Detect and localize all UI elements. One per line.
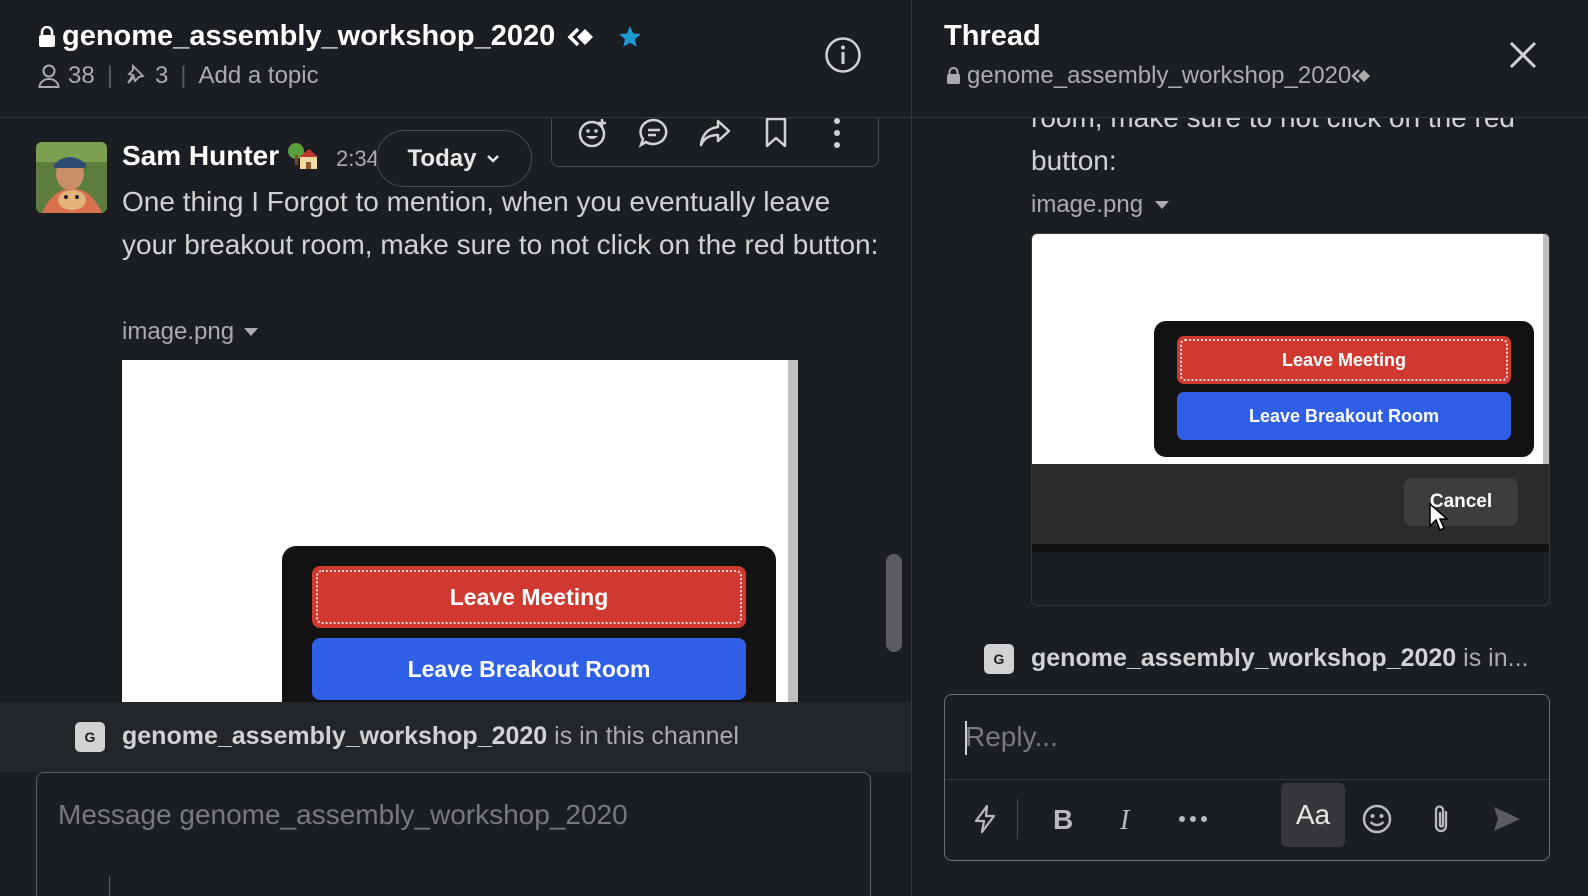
- channel-meta: 38 | 3 | Add a topic: [38, 62, 319, 90]
- attachment-icon[interactable]: [1421, 799, 1461, 839]
- add-reaction-icon[interactable]: [576, 116, 610, 150]
- date-jump-button[interactable]: Today: [376, 130, 532, 187]
- reply-in-thread-icon[interactable]: [637, 116, 671, 150]
- mouse-cursor-icon: [1429, 502, 1448, 532]
- meta-divider: |: [106, 62, 113, 89]
- thread-pane: room, make sure to not click on the red …: [912, 0, 1588, 896]
- thread-file-toggle[interactable]: image.png: [1031, 191, 1170, 219]
- date-label: Today: [407, 144, 477, 172]
- house-with-tree-icon: [288, 143, 319, 169]
- note-channel-name[interactable]: genome_assembly_workshop_2020: [122, 722, 547, 750]
- caret-down-icon: [1155, 201, 1170, 209]
- shortcuts-lightning-icon[interactable]: [965, 799, 1005, 839]
- members-icon[interactable]: [38, 64, 60, 88]
- member-count[interactable]: 38: [68, 62, 95, 90]
- formatting-toggle-button[interactable]: Aa: [1281, 783, 1345, 847]
- thread-header: Thread genome_assembly_workshop_2020: [912, 0, 1588, 118]
- emoji-icon[interactable]: [1357, 799, 1397, 839]
- shared-channel-icon: [567, 27, 594, 46]
- add-topic-link[interactable]: Add a topic: [199, 62, 319, 90]
- thread-image: Leave Meeting Leave Breakout Room Cancel: [1032, 234, 1549, 552]
- org-badge: G: [75, 722, 105, 752]
- more-formatting-icon[interactable]: [1173, 799, 1213, 839]
- note-text: genome_assembly_workshop_2020 is in...: [1031, 644, 1528, 673]
- scrollbar[interactable]: [886, 554, 902, 652]
- composer-divider: [945, 779, 1549, 780]
- bookmark-icon[interactable]: [759, 116, 793, 150]
- image-edge: [788, 360, 798, 702]
- avatar[interactable]: [36, 142, 107, 213]
- pinned-count[interactable]: 3: [155, 62, 168, 90]
- reply-composer[interactable]: Reply... B I Aa: [944, 694, 1550, 861]
- bold-icon[interactable]: B: [1043, 799, 1083, 839]
- more-actions-icon[interactable]: [820, 116, 854, 150]
- lock-icon: [947, 67, 960, 84]
- leave-meeting-button-image: Leave Meeting: [1177, 336, 1511, 384]
- file-toggle[interactable]: image.png: [122, 318, 259, 346]
- send-icon[interactable]: [1487, 799, 1527, 839]
- toolbar-separator: [1017, 799, 1018, 839]
- channel-name: genome_assembly_workshop_2020: [62, 20, 556, 52]
- leave-meeting-button-image: Leave Meeting: [312, 566, 746, 628]
- thread-file-name: image.png: [1031, 191, 1144, 218]
- shared-channel-icon: [1351, 69, 1371, 83]
- org-badge: G: [984, 644, 1014, 674]
- meta-divider: |: [180, 62, 187, 89]
- message-text: One thing I Forgot to mention, when you …: [122, 186, 879, 260]
- file-name: image.png: [122, 318, 235, 345]
- leave-breakout-button-image: Leave Breakout Room: [1177, 392, 1511, 440]
- info-icon[interactable]: [824, 36, 862, 74]
- text-caret: [965, 721, 967, 755]
- note-suffix: is in this channel: [547, 722, 739, 750]
- note-channel-name[interactable]: genome_assembly_workshop_2020: [1031, 644, 1456, 672]
- message-composer[interactable]: Message genome_assembly_workshop_2020: [36, 772, 871, 896]
- thread-membership-note: G genome_assembly_workshop_2020 is in...: [912, 638, 1588, 682]
- close-icon[interactable]: [1506, 38, 1540, 72]
- svg-text:I: I: [1119, 806, 1131, 832]
- cancel-button-image: Cancel: [1404, 478, 1518, 526]
- toolbar-divider: [109, 876, 110, 896]
- channel-title[interactable]: genome_assembly_workshop_2020: [38, 20, 643, 53]
- channel-header: genome_assembly_workshop_2020 38 | 3 | A…: [0, 0, 911, 118]
- thread-channel-link[interactable]: genome_assembly_workshop_2020: [946, 62, 1379, 90]
- channel-pane: genome_assembly_workshop_2020 38 | 3 | A…: [0, 0, 911, 896]
- message-timestamp[interactable]: 2:34: [336, 146, 376, 172]
- chevron-down-icon: [487, 154, 500, 163]
- pin-icon[interactable]: [125, 64, 147, 88]
- zoom-leave-dialog: Leave Meeting Leave Breakout Room: [1154, 321, 1534, 457]
- thread-channel-name: genome_assembly_workshop_2020: [967, 62, 1352, 89]
- star-icon[interactable]: [617, 24, 643, 50]
- reply-placeholder: Reply...: [965, 721, 1058, 752]
- note-suffix: is in...: [1456, 644, 1529, 672]
- channel-membership-note: G genome_assembly_workshop_2020 is in th…: [0, 702, 911, 772]
- composer-placeholder: Message genome_assembly_workshop_2020: [58, 799, 628, 830]
- thread-image-attachment[interactable]: Leave Meeting Leave Breakout Room Cancel: [1031, 233, 1550, 606]
- italic-icon[interactable]: I: [1107, 799, 1147, 839]
- caret-down-icon: [244, 328, 259, 336]
- note-text: genome_assembly_workshop_2020 is in this…: [122, 722, 739, 751]
- share-icon[interactable]: [698, 116, 732, 150]
- image-edge: [1543, 234, 1549, 464]
- image-attachment[interactable]: Leave Meeting Leave Breakout Room: [122, 360, 798, 702]
- svg-text:B: B: [1053, 806, 1073, 832]
- message-author[interactable]: Sam Hunter: [122, 140, 319, 172]
- leave-breakout-button-image: Leave Breakout Room: [312, 638, 746, 700]
- author-name[interactable]: Sam Hunter: [122, 140, 279, 172]
- zoom-leave-dialog: Leave Meeting Leave Breakout Room: [282, 546, 776, 702]
- thread-title: Thread: [944, 20, 1041, 52]
- lock-icon: [39, 25, 55, 47]
